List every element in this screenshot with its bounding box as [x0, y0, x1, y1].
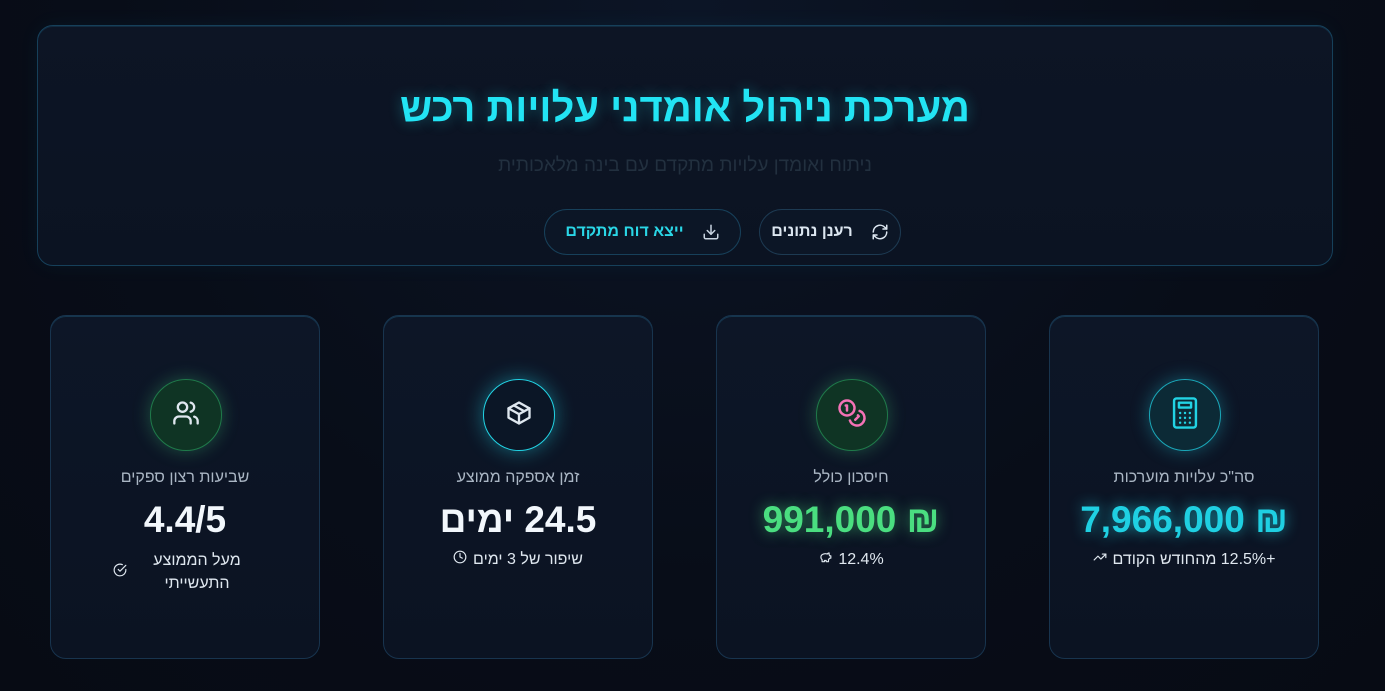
card-icon-wrap	[483, 379, 555, 451]
card-label: סה"כ עלויות מוערכות	[1113, 469, 1255, 486]
card-label: שביעות רצון ספקים	[120, 469, 250, 486]
users-icon	[172, 399, 200, 432]
clock-icon	[453, 550, 467, 569]
header-panel: מערכת ניהול אומדני עלויות רכש ניתוח ואומ…	[37, 25, 1333, 266]
refresh-data-label: רענן נתונים	[771, 223, 853, 240]
card-sub-text: 12.4%	[838, 550, 884, 568]
export-report-label: ייצא דוח מתקדם	[565, 223, 684, 240]
card-avg-delivery: זמן אספקה ממוצע 24.5 ימים שיפור של 3 ימי…	[383, 315, 653, 659]
card-value: ₪ 991,000	[762, 499, 940, 540]
card-subtext: שיפור של 3 ימים	[384, 550, 652, 569]
refresh-icon	[871, 223, 889, 241]
card-value: 24.5 ימים	[439, 499, 597, 540]
page-subtitle: ניתוח ואומדן עלויות מתקדם עם בינה מלאכות…	[498, 155, 872, 176]
refresh-data-button[interactable]: רענן נתונים	[759, 209, 901, 255]
coins-icon	[837, 398, 867, 433]
check-circle-icon	[113, 563, 127, 582]
card-total-costs: סה"כ עלויות מוערכות ₪ 7,966,000 +12.5% מ…	[1049, 315, 1319, 659]
card-icon-wrap	[1149, 379, 1221, 451]
card-icon-wrap	[816, 379, 888, 451]
export-report-button[interactable]: ייצא דוח מתקדם	[544, 209, 741, 255]
card-label: זמן אספקה ממוצע	[456, 469, 580, 486]
card-value: ₪ 7,966,000	[1080, 499, 1288, 540]
card-value: 4.4/5	[143, 499, 227, 540]
card-label: חיסכון כולל	[813, 469, 889, 486]
card-subtext: +12.5% מהחודש הקודם	[1050, 550, 1318, 569]
card-total-savings: חיסכון כולל ₪ 991,000 12.4%	[716, 315, 986, 659]
card-sub-text: מעל הממוצע התעשייתי	[153, 552, 241, 592]
page-title: מערכת ניהול אומדני עלויות רכש	[400, 86, 970, 130]
trending-up-icon	[1093, 550, 1107, 569]
card-sub-text: שיפור של 3 ימים	[473, 550, 583, 568]
card-supplier-satisfaction: שביעות רצון ספקים 4.4/5 מעל הממוצע התעשי…	[50, 315, 320, 659]
card-subtext: 12.4%	[717, 550, 985, 569]
piggy-bank-icon	[818, 550, 832, 569]
download-icon	[702, 223, 720, 241]
card-icon-wrap	[150, 379, 222, 451]
package-icon	[505, 399, 533, 432]
calculator-icon	[1170, 396, 1200, 435]
card-sub-text: +12.5% מהחודש הקודם	[1112, 550, 1276, 568]
card-subtext: מעל הממוצע התעשייתי	[51, 549, 319, 595]
